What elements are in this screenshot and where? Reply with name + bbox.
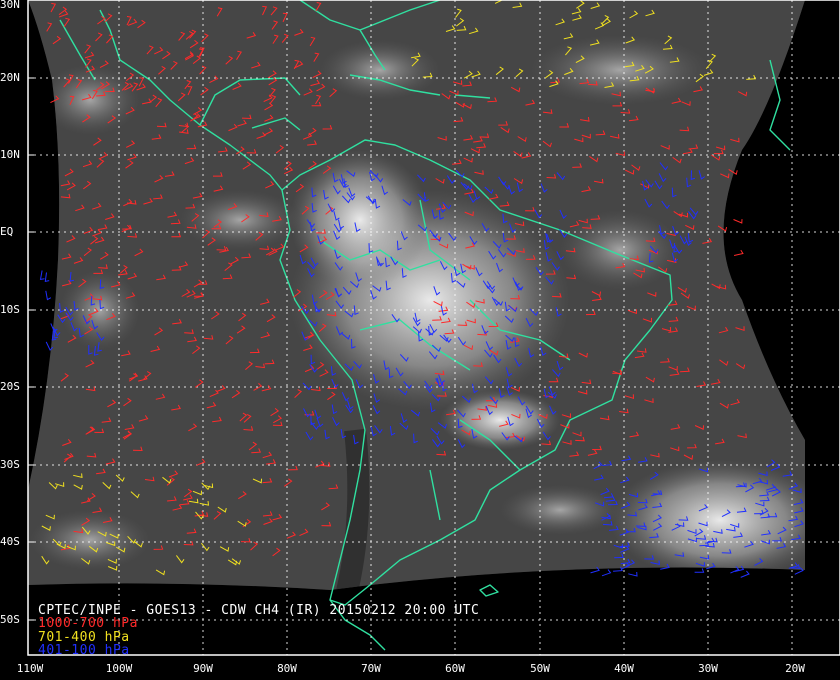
lon-label-110w: 110W: [16, 662, 44, 675]
lon-label-80w: 80W: [277, 662, 297, 675]
lon-label-70w: 70W: [361, 662, 381, 675]
lat-label-20n: 20N: [0, 71, 20, 84]
wind-barb: [740, 570, 750, 578]
lat-label-40s: 40S: [0, 535, 20, 548]
lat-label-20s: 20S: [0, 380, 20, 393]
wind-barb: [733, 249, 744, 256]
lat-label-10n: 10N: [0, 148, 20, 161]
lat-label-10s: 10S: [0, 303, 20, 316]
wind-barb: [628, 571, 638, 577]
legend-low-level: 1000-700 hPa: [38, 616, 138, 631]
lon-label-60w: 60W: [445, 662, 465, 675]
lon-label-40w: 40W: [614, 662, 634, 675]
wind-barb: [694, 568, 705, 573]
lat-label-30n: 30N: [0, 0, 20, 11]
wind-barb: [45, 290, 52, 301]
lon-label-50w: 50W: [530, 662, 550, 675]
satellite-wind-map: [27, 0, 840, 656]
lat-label-30s: 30S: [0, 458, 20, 471]
lon-label-100w: 100W: [105, 662, 133, 675]
wind-barb: [44, 272, 50, 283]
lat-label-50s: 50S: [0, 613, 20, 626]
lon-label-20w: 20W: [785, 662, 805, 675]
lat-label-eq: EQ: [0, 225, 14, 238]
lon-label-90w: 90W: [193, 662, 213, 675]
legend-high-level: 401-100 hPa: [38, 643, 130, 658]
wind-barb: [733, 219, 743, 224]
wind-barb: [39, 270, 45, 280]
cloud-layer: [28, 0, 805, 590]
lon-label-30w: 30W: [698, 662, 718, 675]
wind-barb: [601, 569, 612, 577]
